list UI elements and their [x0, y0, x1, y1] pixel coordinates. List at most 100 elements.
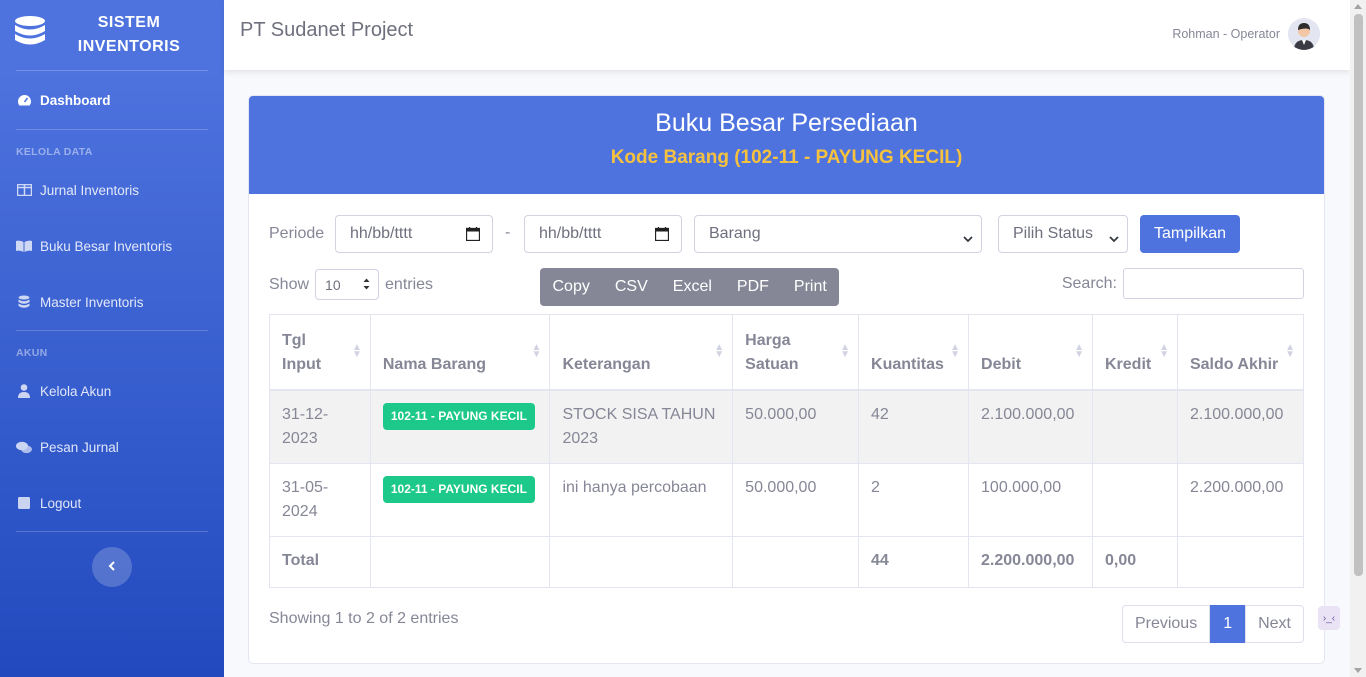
- print-button[interactable]: Print: [781, 268, 839, 306]
- sidebar-item-dashboard[interactable]: Dashboard: [0, 71, 224, 129]
- sidebar-item-logout[interactable]: Logout: [0, 475, 224, 531]
- cell-keterangan: STOCK SISA TAHUN 2023: [549, 389, 734, 464]
- excel-button[interactable]: Excel: [660, 268, 724, 306]
- length-control: Show 10 entries: [269, 269, 433, 300]
- calendar-icon[interactable]: [654, 227, 670, 246]
- col-saldo-akhir[interactable]: Saldo Akhir ▲ ▼: [1176, 314, 1305, 391]
- sidebar-item-jurnal[interactable]: Jurnal Inventoris: [0, 162, 224, 218]
- sidebar-item-label: Dashboard: [40, 92, 111, 108]
- col-tgl-input[interactable]: Tgl Input ▲ ▼: [269, 314, 371, 391]
- col-kredit[interactable]: Kredit ▲ ▼: [1091, 314, 1178, 391]
- col-nama-barang[interactable]: Nama Barang ▲ ▼: [369, 314, 551, 391]
- ledger-card: Buku Besar Persediaan Kode Barang (102-1…: [248, 95, 1325, 664]
- table-row: 31-12-2023 102-11 - PAYUNG KECIL STOCK S…: [269, 389, 1305, 464]
- user-icon: [16, 384, 32, 398]
- sidebar-item-buku-besar[interactable]: Buku Besar Inventoris: [0, 218, 224, 274]
- cell-barang: 102-11 - PAYUNG KECIL: [369, 389, 551, 464]
- cell-harga: 50.000,00: [732, 389, 860, 464]
- book-open-icon: [16, 239, 32, 253]
- cell-debit: 100.000,00: [968, 462, 1093, 537]
- item-badge: 102-11 - PAYUNG KECIL: [382, 475, 535, 503]
- sort-arrows-icon: [363, 277, 370, 294]
- chevron-down-icon: [1109, 230, 1119, 248]
- sort-icon: ▲ ▼: [531, 342, 542, 360]
- date-from-input[interactable]: hh/bb/tttt: [335, 215, 493, 253]
- database-icon: [16, 295, 32, 309]
- card-header: Buku Besar Persediaan Kode Barang (102-1…: [249, 96, 1324, 194]
- sidebar-item-kelola-akun[interactable]: Kelola Akun: [0, 363, 224, 419]
- sidebar-item-label: Buku Besar Inventoris: [40, 238, 173, 254]
- sidebar-divider: [16, 531, 208, 532]
- table-row: 31-05-2024 102-11 - PAYUNG KECIL ini han…: [269, 462, 1305, 537]
- chevron-left-icon: [108, 558, 116, 576]
- entries-length-select[interactable]: 10: [315, 269, 380, 300]
- search-control: Search:: [1062, 268, 1304, 299]
- sort-icon: ▲ ▼: [714, 342, 725, 360]
- show-label: Show: [269, 275, 310, 293]
- page-1-button[interactable]: 1: [1210, 605, 1246, 643]
- sort-icon: ▲ ▼: [1074, 342, 1084, 360]
- chevron-down-icon: [963, 230, 973, 248]
- scroll-up-icon[interactable]: [1354, 4, 1362, 9]
- sidebar: SISTEM INVENTORIS Dashboard KELOLA DATA …: [0, 0, 224, 677]
- sort-icon: ▲ ▼: [1159, 342, 1169, 360]
- sidebar-item-pesan-jurnal[interactable]: Pesan Jurnal: [0, 419, 224, 475]
- sidebar-item-label: Jurnal Inventoris: [40, 182, 140, 198]
- cell-kredit: [1091, 462, 1178, 537]
- footer-total-debit: 2.200.000,00: [968, 535, 1093, 588]
- col-kuantitas[interactable]: Kuantitas ▲ ▼: [858, 314, 970, 391]
- sidebar-toggle-button[interactable]: [92, 547, 132, 587]
- footer-empty: [732, 535, 860, 588]
- tampilkan-button[interactable]: Tampilkan: [1140, 215, 1240, 253]
- card-subtitle: Kode Barang (102-11 - PAYUNG KECIL): [610, 147, 963, 168]
- tachometer-icon: [16, 93, 32, 107]
- cell-kuantitas: 42: [858, 389, 970, 464]
- database-icon: [14, 15, 46, 56]
- brand-text: SISTEM INVENTORIS: [77, 14, 181, 55]
- footer-total-qty: 44: [858, 535, 970, 588]
- user-dropdown[interactable]: Rohman - Operator: [1172, 18, 1320, 50]
- footer-empty: [369, 535, 551, 588]
- filter-bar: Periode hh/bb/tttt - hh/bb/tttt Barang P…: [249, 215, 1324, 253]
- barang-select-value: Barang: [709, 225, 761, 242]
- col-keterangan[interactable]: Keterangan ▲ ▼: [549, 314, 734, 391]
- sidebar-brand[interactable]: SISTEM INVENTORIS: [0, 0, 224, 70]
- next-button[interactable]: Next: [1245, 605, 1304, 643]
- scroll-thumb[interactable]: [1354, 14, 1363, 576]
- scrollbar[interactable]: [1350, 0, 1366, 677]
- footer-total-kredit: 0,00: [1091, 535, 1178, 588]
- col-harga-satuan[interactable]: Harga Satuan ▲ ▼: [732, 314, 860, 391]
- date-to-input[interactable]: hh/bb/tttt: [524, 215, 682, 253]
- scroll-down-icon[interactable]: [1354, 668, 1362, 673]
- previous-button[interactable]: Previous: [1121, 605, 1211, 643]
- calendar-icon[interactable]: [465, 227, 481, 246]
- periode-label: Periode: [269, 225, 325, 242]
- sort-icon: ▲ ▼: [950, 342, 961, 360]
- cell-keterangan: ini hanya percobaan: [549, 462, 734, 537]
- barang-select[interactable]: Barang: [694, 215, 982, 253]
- csv-button[interactable]: CSV: [602, 268, 660, 306]
- avatar: [1288, 18, 1320, 50]
- copy-button[interactable]: Copy: [540, 268, 602, 306]
- date-to-value: hh/bb/tttt: [539, 225, 602, 242]
- col-debit[interactable]: Debit ▲ ▼: [968, 314, 1093, 391]
- search-input[interactable]: [1123, 268, 1304, 299]
- sidebar-item-master[interactable]: Master Inventoris: [0, 274, 224, 330]
- topbar: PT Sudanet Project Rohman - Operator: [224, 0, 1350, 70]
- cell-debit: 2.100.000,00: [968, 389, 1093, 464]
- cell-tgl: 31-05-2024: [269, 462, 371, 537]
- comments-icon: [16, 440, 32, 454]
- user-name: Rohman - Operator: [1172, 27, 1280, 41]
- cell-harga: 50.000,00: [732, 462, 860, 537]
- cell-kuantitas: 2: [858, 462, 970, 537]
- table-footer-row: Total 44 2.200.000,00 0,00: [269, 535, 1305, 588]
- sidebar-item-label: Master Inventoris: [40, 294, 144, 310]
- pdf-button[interactable]: PDF: [724, 268, 781, 306]
- cell-saldo: 2.200.000,00: [1176, 462, 1305, 537]
- extension-icon[interactable]: ›_‹: [1318, 606, 1340, 630]
- footer-empty: [549, 535, 734, 588]
- cell-barang: 102-11 - PAYUNG KECIL: [369, 462, 551, 537]
- table-info: Showing 1 to 2 of 2 entries: [269, 610, 459, 627]
- sidebar-heading: AKUN: [16, 347, 48, 359]
- status-select[interactable]: Pilih Status: [998, 215, 1128, 253]
